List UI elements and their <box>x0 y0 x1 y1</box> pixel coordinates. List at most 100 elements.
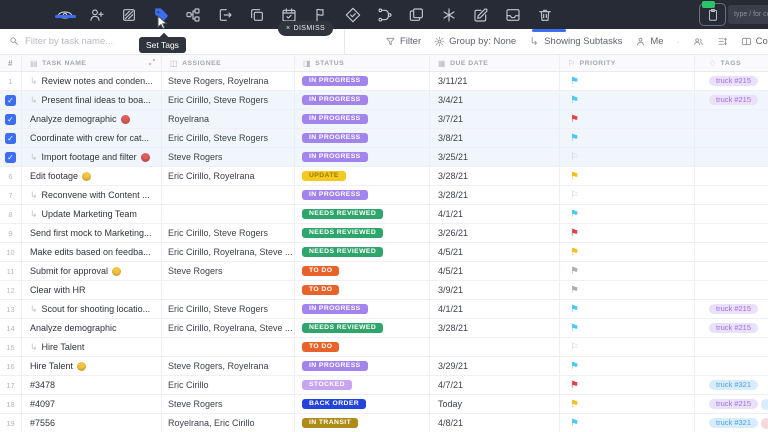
header-priority[interactable]: ⚐ PRIORITY <box>560 55 695 71</box>
tags-cell[interactable]: truck #215 <box>695 72 768 90</box>
assignee-cell[interactable] <box>162 281 295 299</box>
due-date-cell[interactable]: 3/8/21 <box>430 129 560 147</box>
priority-flag-icon[interactable]: ⚐ <box>570 190 579 201</box>
assignee-cell[interactable]: Royelrana, Eric Cirillo <box>162 414 295 432</box>
status-cell[interactable]: IN PROGRESS <box>295 110 430 128</box>
status-cell[interactable]: BACK ORDER <box>295 395 430 413</box>
asterisk-icon[interactable] <box>440 6 457 23</box>
row-number-cell[interactable]: 14 <box>0 319 22 337</box>
tags-cell[interactable]: truck #321 <box>695 414 768 432</box>
status-cell[interactable]: IN PROGRESS <box>295 72 430 90</box>
row-number-cell[interactable]: 12 <box>0 281 22 299</box>
row-checkbox[interactable]: ✓ <box>5 113 16 125</box>
task-name-cell[interactable]: Hire Talent <box>22 357 162 375</box>
due-date-cell[interactable]: Today <box>430 395 560 413</box>
priority-cell[interactable]: ⚐ <box>560 338 695 356</box>
priority-cell[interactable]: ⚑ <box>560 395 695 413</box>
priority-cell[interactable]: ⚑ <box>560 167 695 185</box>
row-number-cell[interactable]: ✓ <box>0 148 22 166</box>
assignee-cell[interactable]: Royelrana <box>162 110 295 128</box>
status-badge[interactable]: TO DO <box>302 284 340 296</box>
tag-badge[interactable] <box>761 398 768 410</box>
tags-cell[interactable] <box>695 205 768 223</box>
table-row[interactable]: 1 ↳ Review notes and conden... Steve Rog… <box>0 72 768 91</box>
row-number-cell[interactable]: 13 <box>0 300 22 318</box>
due-date-cell[interactable]: 4/5/21 <box>430 243 560 261</box>
table-row[interactable]: 10 Make edits based on feedba... Eric Ci… <box>0 243 768 262</box>
people-icon[interactable] <box>693 36 704 47</box>
assignee-cell[interactable] <box>162 186 295 204</box>
priority-cell[interactable]: ⚑ <box>560 72 695 90</box>
tags-cell[interactable] <box>695 129 768 147</box>
status-badge[interactable]: NEEDS REVIEWED <box>302 227 384 239</box>
status-badge[interactable]: IN PROGRESS <box>302 132 368 144</box>
task-name-cell[interactable]: Edit footage <box>22 167 162 185</box>
task-name-cell[interactable]: ↳ Import footage and filter <box>22 148 162 166</box>
priority-flag-icon[interactable]: ⚑ <box>570 304 579 315</box>
header-task-name[interactable]: ▤ TASK NAME <box>22 55 162 71</box>
status-badge[interactable]: TO DO <box>302 341 340 353</box>
priority-cell[interactable]: ⚑ <box>560 281 695 299</box>
add-user-icon[interactable] <box>88 6 105 23</box>
header-number[interactable]: # <box>0 55 22 71</box>
me-filter-button[interactable]: Me <box>635 36 664 47</box>
tags-cell[interactable] <box>695 243 768 261</box>
row-number-cell[interactable]: ✓ <box>0 91 22 109</box>
task-name-cell[interactable]: Analyze demographic <box>22 110 162 128</box>
tags-cell[interactable]: truck #215 <box>695 319 768 337</box>
tags-cell[interactable] <box>695 224 768 242</box>
row-number-cell[interactable]: 8 <box>0 205 22 223</box>
subtasks-toggle[interactable]: Showing Subtasks <box>529 36 622 47</box>
tags-cell[interactable] <box>695 186 768 204</box>
due-date-cell[interactable]: 4/1/21 <box>430 300 560 318</box>
expand-icon[interactable] <box>148 58 156 68</box>
tag-badge[interactable]: truck #321 <box>709 417 759 429</box>
tags-cell[interactable]: truck #215 <box>695 91 768 109</box>
priority-flag-icon[interactable]: ⚐ <box>570 342 579 353</box>
status-badge[interactable]: IN PROGRESS <box>302 151 368 163</box>
table-row[interactable]: ✓ ↳ Import footage and filter Steve Roge… <box>0 148 768 167</box>
table-row[interactable]: 19 #7556 Royelrana, Eric Cirillo IN TRAN… <box>0 414 768 432</box>
status-badge[interactable]: IN PROGRESS <box>302 360 368 372</box>
row-checkbox[interactable]: ✓ <box>5 94 16 106</box>
status-badge[interactable]: IN TRANSIT <box>302 417 359 429</box>
row-number-cell[interactable]: 9 <box>0 224 22 242</box>
priority-flag-icon[interactable]: ⚑ <box>570 247 579 258</box>
status-cell[interactable]: IN PROGRESS <box>295 357 430 375</box>
assignee-cell[interactable]: Eric Cirillo <box>162 376 295 394</box>
header-status[interactable]: ◨ STATUS <box>295 55 430 71</box>
priority-flag-icon[interactable]: ⚑ <box>570 266 579 277</box>
row-number-cell[interactable]: 16 <box>0 357 22 375</box>
assignee-cell[interactable]: Eric Cirillo, Royelrana <box>162 167 295 185</box>
row-checkbox[interactable]: ✓ <box>5 132 16 144</box>
tags-cell[interactable] <box>695 262 768 280</box>
assignee-cell[interactable]: Eric Cirillo, Steve Rogers <box>162 300 295 318</box>
task-name-cell[interactable]: Clear with HR <box>22 281 162 299</box>
row-number-cell[interactable]: ✓ <box>0 110 22 128</box>
priority-cell[interactable]: ⚑ <box>560 91 695 109</box>
priority-flag-icon[interactable]: ⚑ <box>570 209 579 220</box>
assignee-cell[interactable]: Eric Cirillo, Royelrana, Steve ... <box>162 243 295 261</box>
row-checkbox[interactable]: ✓ <box>5 151 16 163</box>
branch-icon[interactable] <box>376 6 393 23</box>
priority-flag-icon[interactable]: ⚐ <box>570 152 579 163</box>
task-name-cell[interactable]: ↳ Update Marketing Team <box>22 205 162 223</box>
status-badge[interactable]: IN PROGRESS <box>302 94 368 106</box>
task-name-cell[interactable]: ↳ Scout for shooting locatio... <box>22 300 162 318</box>
status-cell[interactable]: IN PROGRESS <box>295 186 430 204</box>
priority-cell[interactable]: ⚑ <box>560 110 695 128</box>
table-row[interactable]: 11 Submit for approval Steve Rogers TO D… <box>0 262 768 281</box>
tag-badge[interactable] <box>761 417 768 429</box>
status-badge[interactable]: TO DO <box>302 265 340 277</box>
status-cell[interactable]: TO DO <box>295 281 430 299</box>
tags-cell[interactable] <box>695 338 768 356</box>
duplicate-icon[interactable] <box>248 6 265 23</box>
priority-cell[interactable]: ⚐ <box>560 186 695 204</box>
status-cell[interactable]: STOCKED <box>295 376 430 394</box>
table-row[interactable]: 16 Hire Talent Steve Rogers, Royelrana I… <box>0 357 768 376</box>
assignee-cell[interactable]: Steve Rogers, Royelrana <box>162 357 295 375</box>
assignee-cell[interactable]: Eric Cirillo, Steve Rogers <box>162 129 295 147</box>
tags-cell[interactable] <box>695 148 768 166</box>
table-row[interactable]: 14 Analyze demographic Eric Cirillo, Roy… <box>0 319 768 338</box>
status-badge[interactable]: STOCKED <box>302 379 352 391</box>
